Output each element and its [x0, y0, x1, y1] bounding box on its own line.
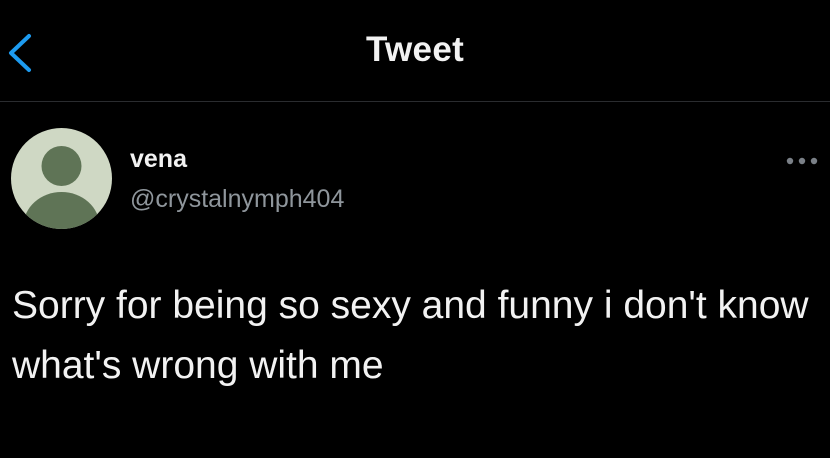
- avatar[interactable]: [11, 128, 112, 229]
- page-title: Tweet: [365, 30, 465, 69]
- more-options-button[interactable]: [784, 153, 822, 169]
- top-nav-bar: Tweet: [0, 0, 830, 102]
- author-handle[interactable]: @crystalnymph404: [130, 185, 344, 214]
- more-options-icon: [786, 157, 818, 165]
- default-avatar-icon: [23, 146, 100, 229]
- tweet-card: vena @crystalnymph404 Sorry for being so…: [0, 103, 830, 458]
- author-display-name[interactable]: vena: [130, 145, 187, 174]
- tweet-text: Sorry for being so sexy and funny i don'…: [12, 284, 809, 387]
